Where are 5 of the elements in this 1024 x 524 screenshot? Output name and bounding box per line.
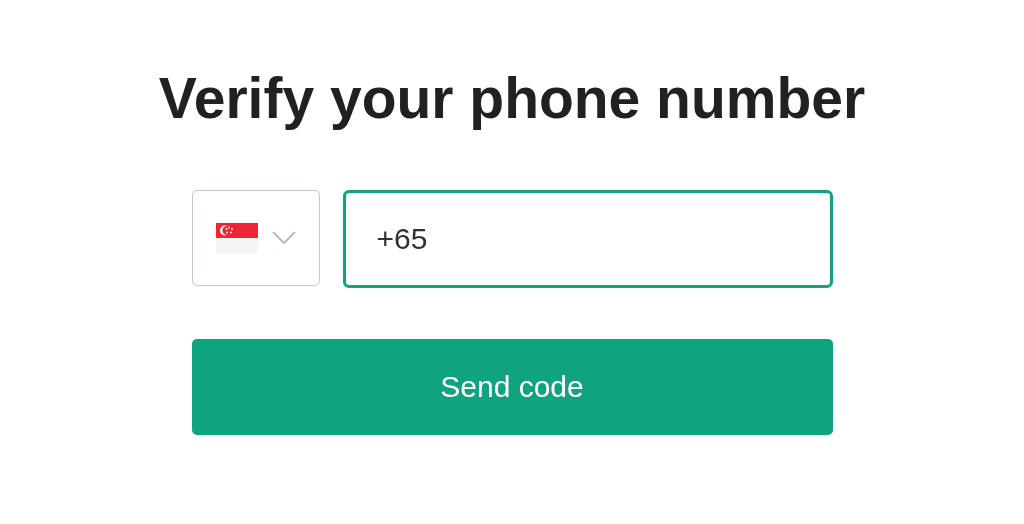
flag-icon (215, 223, 258, 253)
chevron-icon (271, 231, 296, 245)
page-title: Verify your phone number (158, 65, 866, 132)
phone-field[interactable]: +65 (342, 190, 833, 288)
country-select[interactable] (191, 190, 320, 286)
